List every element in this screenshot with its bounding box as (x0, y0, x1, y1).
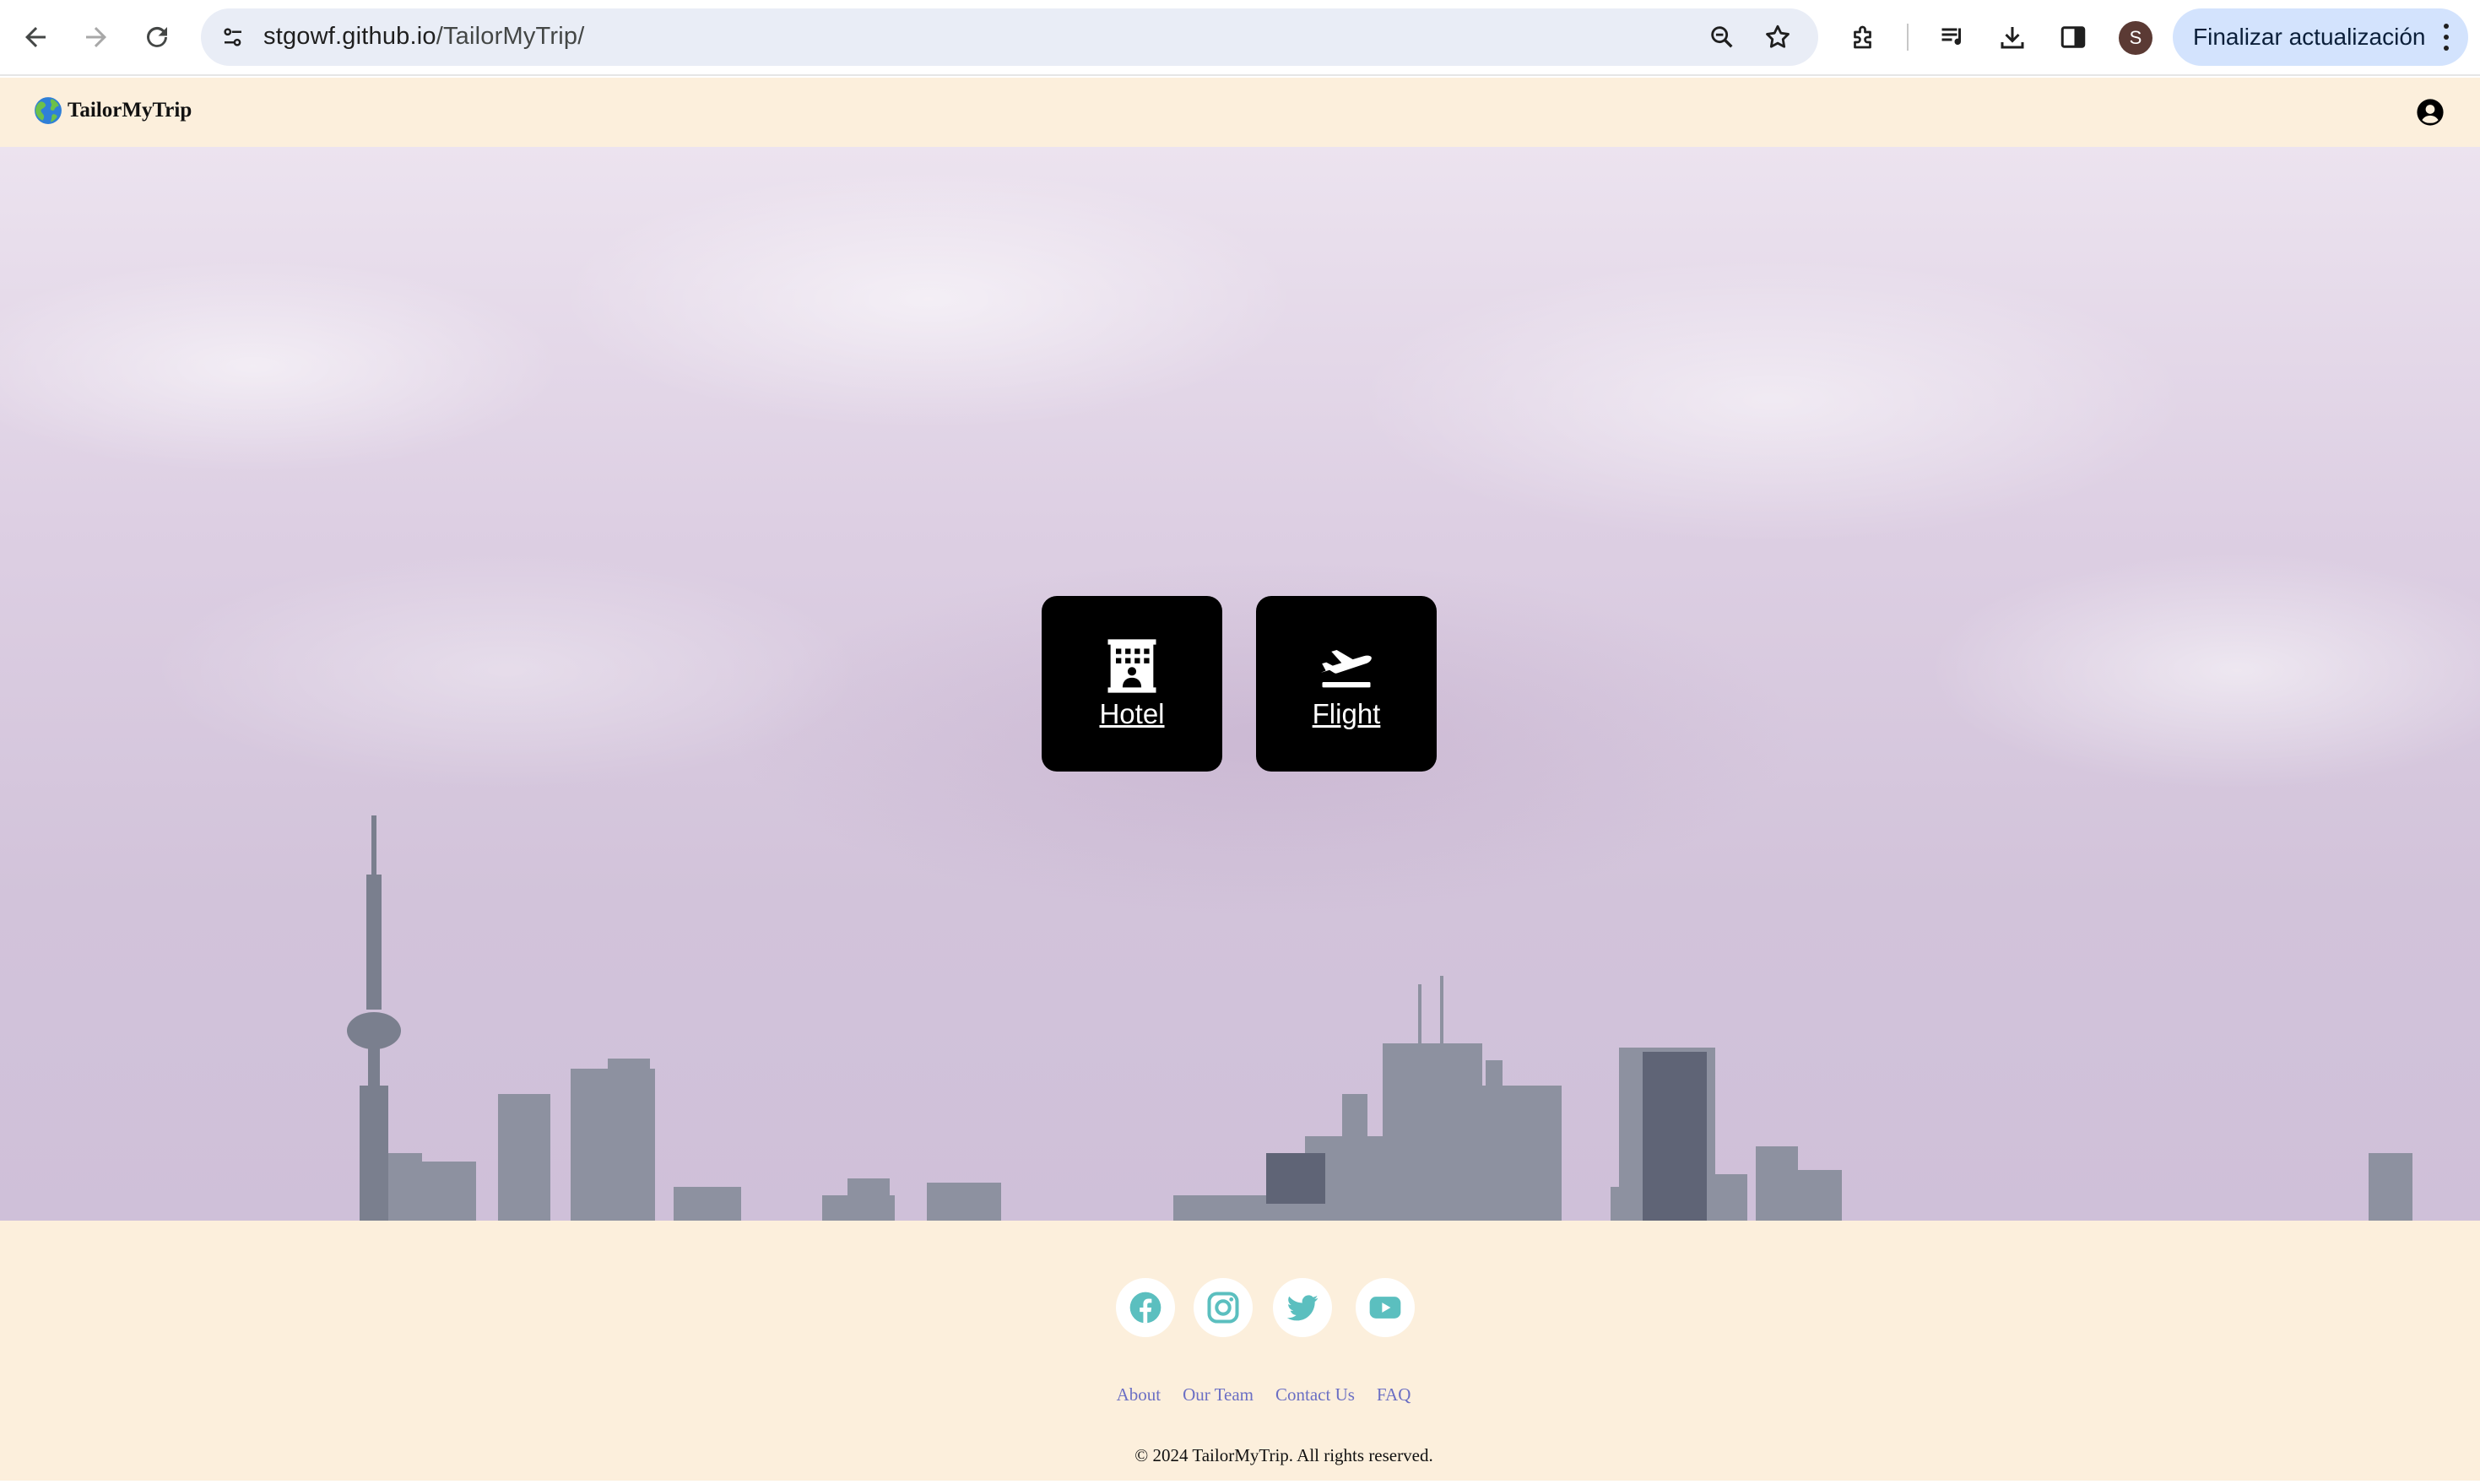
profile-avatar[interactable]: S (2119, 21, 2152, 55)
forward-button[interactable] (73, 14, 120, 61)
url-host: stgowf.github.io (263, 23, 436, 50)
url-text[interactable]: stgowf.github.io/TailorMyTrip/ (263, 23, 584, 51)
account-icon[interactable] (2416, 98, 2445, 127)
footer-link-contact-us[interactable]: Contact Us (1275, 1384, 1355, 1405)
flight-tile-button[interactable]: Flight (1256, 596, 1437, 772)
puzzle-icon (1854, 25, 1871, 49)
site-info-icon[interactable] (216, 20, 250, 54)
brand-logo-link[interactable]: TailorMyTrip (34, 96, 192, 125)
plane-departure-icon (1320, 650, 1372, 688)
hero-section: Hotel Flight (0, 147, 2480, 1221)
toolbar-divider (1907, 24, 1909, 51)
facebook-link[interactable] (1116, 1278, 1175, 1337)
browser-toolbar: stgowf.github.io/TailorMyTrip/ S Finaliz… (0, 0, 2480, 76)
address-bar[interactable]: stgowf.github.io/TailorMyTrip/ (201, 8, 1818, 66)
site-footer: About Our Team Contact Us FAQ © 2024 Tai… (0, 1221, 2480, 1484)
queue-music-icon (1941, 28, 1962, 46)
youtube-icon (1369, 1297, 1401, 1319)
copyright-text: © 2024 TailorMyTrip. All rights reserved… (1134, 1445, 1433, 1465)
footer-links: About Our Team Contact Us FAQ (0, 1384, 2480, 1405)
side-panel-button[interactable] (2053, 17, 2093, 57)
twitter-icon (1286, 1295, 1319, 1321)
instagram-icon (1207, 1292, 1239, 1324)
flight-tile-label: Flight (1312, 698, 1381, 729)
brand-name: TailorMyTrip (68, 99, 192, 122)
url-path: /TailorMyTrip/ (436, 23, 585, 50)
extensions-button[interactable] (1844, 17, 1884, 57)
update-button[interactable]: Finalizar actualización (2173, 8, 2468, 66)
downloads-button[interactable] (1992, 17, 2033, 57)
footer-link-our-team[interactable]: Our Team (1183, 1384, 1254, 1405)
facebook-icon (1129, 1292, 1161, 1324)
download-icon (2001, 27, 2024, 49)
city-skyline-image (347, 815, 2412, 1221)
more-menu-icon[interactable] (2443, 24, 2450, 51)
arrow-forward-icon (86, 27, 106, 47)
site-header: TailorMyTrip (0, 78, 2480, 147)
update-button-label: Finalizar actualización (2193, 24, 2426, 50)
bookmark-star-icon[interactable] (1761, 20, 1795, 54)
footer-link-faq[interactable]: FAQ (1377, 1384, 1411, 1405)
side-panel-icon (2060, 26, 2086, 48)
profile-initial: S (2129, 27, 2142, 48)
hotel-icon (1107, 639, 1156, 693)
hotel-tile-button[interactable]: Hotel (1042, 596, 1222, 772)
footer-link-about[interactable]: About (1117, 1384, 1161, 1405)
arrow-back-icon (25, 27, 46, 47)
twitter-link[interactable] (1273, 1278, 1332, 1337)
page-bottom-edge (0, 1481, 2480, 1484)
media-control-button[interactable] (1933, 17, 1974, 57)
zoom-icon[interactable] (1705, 20, 1739, 54)
reload-icon (147, 26, 167, 47)
youtube-link[interactable] (1356, 1278, 1415, 1337)
hotel-tile-label: Hotel (1099, 698, 1165, 729)
globe-icon (35, 97, 62, 124)
instagram-link[interactable] (1194, 1278, 1253, 1337)
reload-button[interactable] (133, 14, 181, 61)
back-button[interactable] (12, 14, 59, 61)
